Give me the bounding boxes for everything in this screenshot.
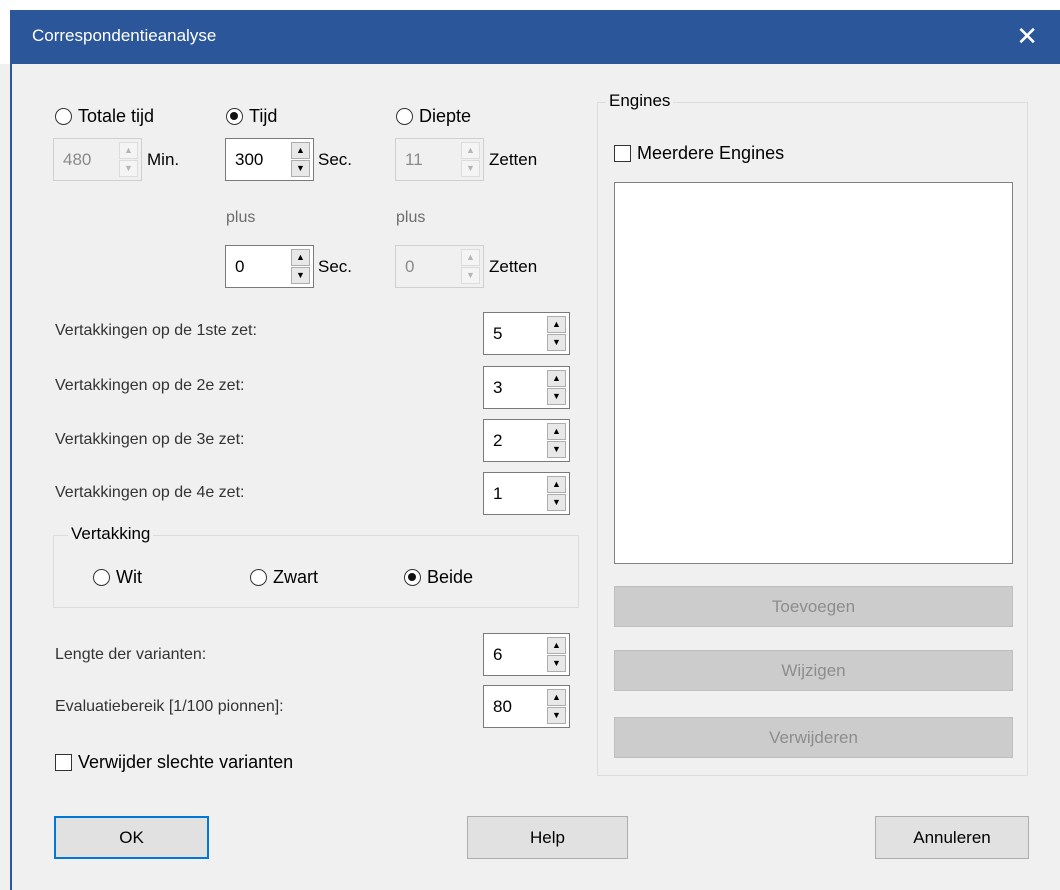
variant-length-spinner[interactable]: 6 ▲ ▼ [483,633,570,676]
close-icon[interactable]: ✕ [1016,21,1038,51]
spinner-value: 1 [493,484,503,503]
spin-up-icon: ▲ [119,142,138,159]
eval-range-label: Evaluatiebereik [1/100 pionnen]: [55,698,284,715]
vertakking-group-title: Vertakking [68,524,154,544]
spin-down-icon[interactable]: ▼ [547,334,566,351]
branch-3-spinner[interactable]: 2 ▲ ▼ [483,419,570,462]
radio-tijd[interactable]: Tijd [226,106,277,127]
branch-1-spinner[interactable]: 5 ▲ ▼ [483,312,570,355]
spin-down-icon[interactable]: ▼ [547,388,566,405]
multiple-engines-checkbox[interactable]: Meerdere Engines [614,143,784,164]
title-bar[interactable]: Correspondentieanalyse ✕ [10,10,1060,64]
spin-up-icon[interactable]: ▲ [291,249,310,266]
eval-range-spinner[interactable]: 80 ▲ ▼ [483,685,570,728]
branch-1-label: Vertakkingen op de 1ste zet: [55,322,257,339]
spin-up-icon[interactable]: ▲ [547,637,566,654]
ok-button[interactable]: OK [54,816,209,859]
spinner-value: 0 [235,257,245,276]
variant-length-label: Lengte der varianten: [55,646,207,663]
totale-tijd-unit: Min. [147,150,180,169]
radio-circle [55,108,72,125]
radio-label: Tijd [249,106,278,126]
branch-4-label: Vertakkingen op de 4e zet: [55,484,245,501]
spin-up-icon: ▲ [461,142,480,159]
radio-label: Diepte [419,106,472,126]
checkbox-box [55,754,72,771]
engines-list[interactable] [614,182,1013,564]
radio-wit[interactable]: Wit [93,567,142,588]
radio-beide[interactable]: Beide [404,567,473,588]
spinner-value: 3 [493,378,503,397]
tijd-plus-label: plus [226,209,256,226]
spin-down-icon[interactable]: ▼ [547,707,566,724]
radio-label: Totale tijd [78,106,155,126]
tijd-spinner[interactable]: 300 ▲ ▼ [225,138,314,181]
spinner-value: 480 [63,150,92,169]
remove-engine-button[interactable]: Verwijderen [614,717,1013,758]
branch-2-label: Vertakkingen op de 2e zet: [55,377,245,394]
branch-3-label: Vertakkingen op de 3e zet: [55,431,245,448]
radio-circle [396,108,413,125]
spinner-value: 2 [493,431,503,450]
tijd-plus-unit: Sec. [318,257,353,276]
checkbox-box [614,145,631,162]
radio-totale-tijd[interactable]: Totale tijd [55,106,154,127]
radio-label: Beide [427,567,474,587]
spinner-value: 80 [493,697,512,716]
spin-down-icon[interactable]: ▼ [547,494,566,511]
radio-diepte[interactable]: Diepte [396,106,471,127]
spin-down-icon[interactable]: ▼ [291,267,310,284]
tijd-unit: Sec. [318,150,353,169]
spinner-value: 0 [405,257,415,276]
spin-down-icon[interactable]: ▼ [291,160,310,177]
diepte-spinner: 11 ▲ ▼ [395,138,484,181]
spin-down-icon[interactable]: ▼ [547,655,566,672]
radio-label: Wit [116,567,142,587]
spin-down-icon: ▼ [119,160,138,177]
spin-up-icon[interactable]: ▲ [547,370,566,387]
spin-up-icon[interactable]: ▲ [547,423,566,440]
help-button[interactable]: Help [467,816,628,859]
window-title: Correspondentieanalyse [32,26,217,45]
diepte-plus-label: plus [396,209,426,226]
spinner-value: 300 [235,150,264,169]
add-engine-button[interactable]: Toevoegen [614,586,1013,627]
diepte-plus-unit: Zetten [489,257,538,276]
radio-circle [226,108,243,125]
window-frame-left [10,64,12,890]
spin-up-icon[interactable]: ▲ [547,476,566,493]
branch-4-spinner[interactable]: 1 ▲ ▼ [483,472,570,515]
branch-2-spinner[interactable]: 3 ▲ ▼ [483,366,570,409]
radio-circle [93,569,110,586]
edit-engine-button[interactable]: Wijzigen [614,650,1013,691]
diepte-plus-spinner: 0 ▲ ▼ [395,245,484,288]
spin-down-icon: ▼ [461,160,480,177]
radio-zwart[interactable]: Zwart [250,567,318,588]
spin-up-icon: ▲ [461,249,480,266]
spinner-value: 5 [493,324,503,343]
spin-down-icon[interactable]: ▼ [547,441,566,458]
radio-circle [404,569,421,586]
checkbox-label: Meerdere Engines [637,143,785,163]
totale-tijd-spinner: 480 ▲ ▼ [53,138,142,181]
spin-down-icon: ▼ [461,267,480,284]
spinner-value: 11 [405,150,423,169]
spinner-value: 6 [493,645,503,664]
spin-up-icon[interactable]: ▲ [547,689,566,706]
remove-bad-variants-checkbox[interactable]: Verwijder slechte varianten [55,752,293,773]
spin-up-icon[interactable]: ▲ [291,142,310,159]
cancel-button[interactable]: Annuleren [875,816,1029,859]
radio-label: Zwart [273,567,318,587]
checkbox-label: Verwijder slechte varianten [78,752,294,772]
radio-circle [250,569,267,586]
tijd-plus-spinner[interactable]: 0 ▲ ▼ [225,245,314,288]
engines-group-title: Engines [606,91,674,111]
title-bar-area: Correspondentieanalyse ✕ [0,0,1060,64]
spin-up-icon[interactable]: ▲ [547,316,566,333]
diepte-unit: Zetten [489,150,538,169]
